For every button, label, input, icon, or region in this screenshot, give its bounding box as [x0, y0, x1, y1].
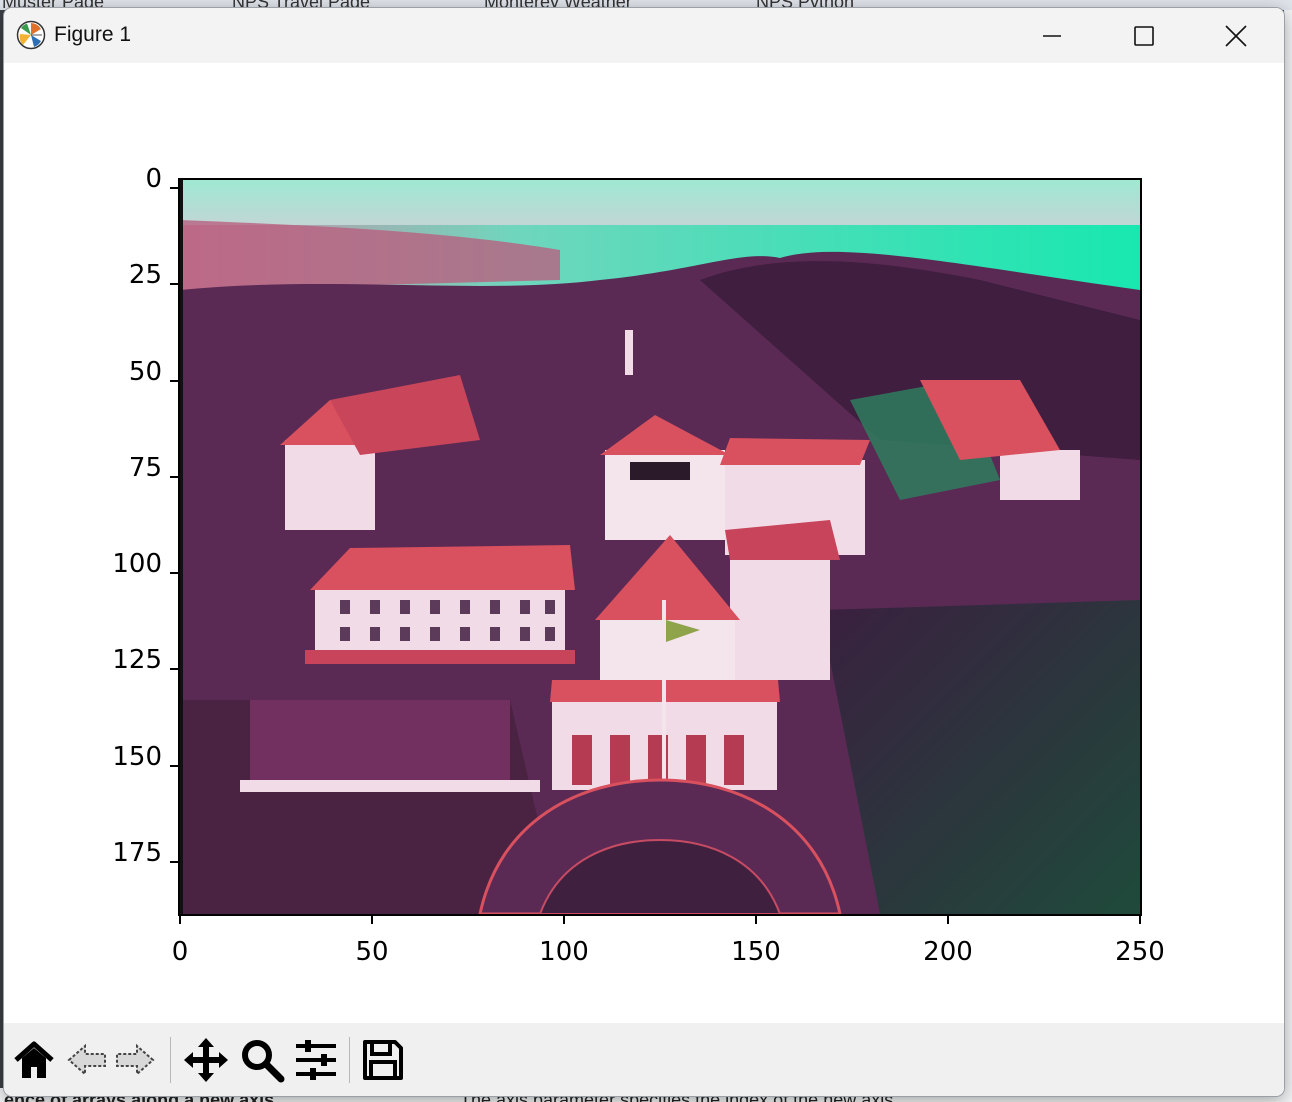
zoom-button[interactable]: [237, 1035, 287, 1085]
x-tick-mark: [1139, 916, 1141, 924]
maximize-button[interactable]: [1098, 8, 1190, 63]
home-button[interactable]: [9, 1035, 59, 1085]
figure-window: Figure 1 0 25 50 75 100 125 150 175 0 50…: [4, 8, 1284, 1096]
back-arrow-icon: [67, 1043, 106, 1077]
configure-subplots-icon: [296, 1040, 336, 1080]
x-tick-mark: [371, 916, 373, 924]
y-tick-label: 50: [128, 357, 162, 387]
plot-axes[interactable]: [178, 178, 1142, 916]
y-tick-label: 25: [128, 260, 162, 290]
zoom-icon: [242, 1040, 285, 1083]
maximize-icon: [1134, 25, 1154, 46]
navigation-toolbar: [4, 1023, 1284, 1096]
toolbar-separator: [170, 1037, 171, 1083]
y-tick-label: 75: [128, 453, 162, 483]
toolbar-separator: [349, 1037, 350, 1083]
y-tick-mark: [170, 861, 178, 863]
background-page-edge: [1284, 10, 1292, 1102]
home-icon: [14, 1041, 54, 1078]
y-tick-mark: [170, 380, 178, 382]
forward-arrow-icon: [116, 1043, 155, 1077]
matplotlib-icon: [16, 20, 46, 50]
x-tick-label: 250: [1115, 937, 1165, 967]
window-title: Figure 1: [54, 23, 132, 46]
y-tick-label: 0: [145, 164, 162, 194]
x-tick-label: 150: [731, 937, 781, 967]
x-tick-mark: [563, 916, 565, 924]
close-button[interactable]: [1190, 8, 1282, 63]
y-tick-mark: [170, 187, 178, 189]
title-bar[interactable]: Figure 1: [4, 8, 1284, 63]
forward-button[interactable]: [110, 1035, 160, 1085]
x-tick-label: 50: [355, 937, 389, 967]
y-tick-label: 175: [112, 838, 162, 868]
figure-canvas[interactable]: 0 25 50 75 100 125 150 175 0 50 100 150 …: [4, 63, 1284, 1023]
y-tick-label: 150: [112, 742, 162, 772]
x-tick-mark: [179, 916, 181, 924]
y-tick-label: 125: [112, 645, 162, 675]
back-button[interactable]: [62, 1035, 112, 1085]
x-tick-mark: [755, 916, 757, 924]
displayed-image: [180, 180, 1140, 914]
save-icon: [363, 1040, 403, 1080]
y-tick-mark: [170, 668, 178, 670]
y-tick-mark: [170, 476, 178, 478]
minimize-icon: [1043, 34, 1061, 37]
y-tick-mark: [170, 572, 178, 574]
close-icon: [1225, 24, 1247, 47]
minimize-button[interactable]: [1006, 8, 1098, 63]
pan-button[interactable]: [181, 1035, 231, 1085]
x-tick-label: 0: [171, 937, 189, 967]
x-tick-mark: [947, 916, 949, 924]
configure-subplots-button[interactable]: [291, 1035, 341, 1085]
save-button[interactable]: [358, 1035, 408, 1085]
y-tick-mark: [170, 765, 178, 767]
y-tick-mark: [170, 283, 178, 285]
x-tick-label: 200: [923, 937, 973, 967]
y-tick-label: 100: [112, 549, 162, 579]
pan-icon: [184, 1038, 228, 1082]
x-tick-label: 100: [539, 937, 589, 967]
